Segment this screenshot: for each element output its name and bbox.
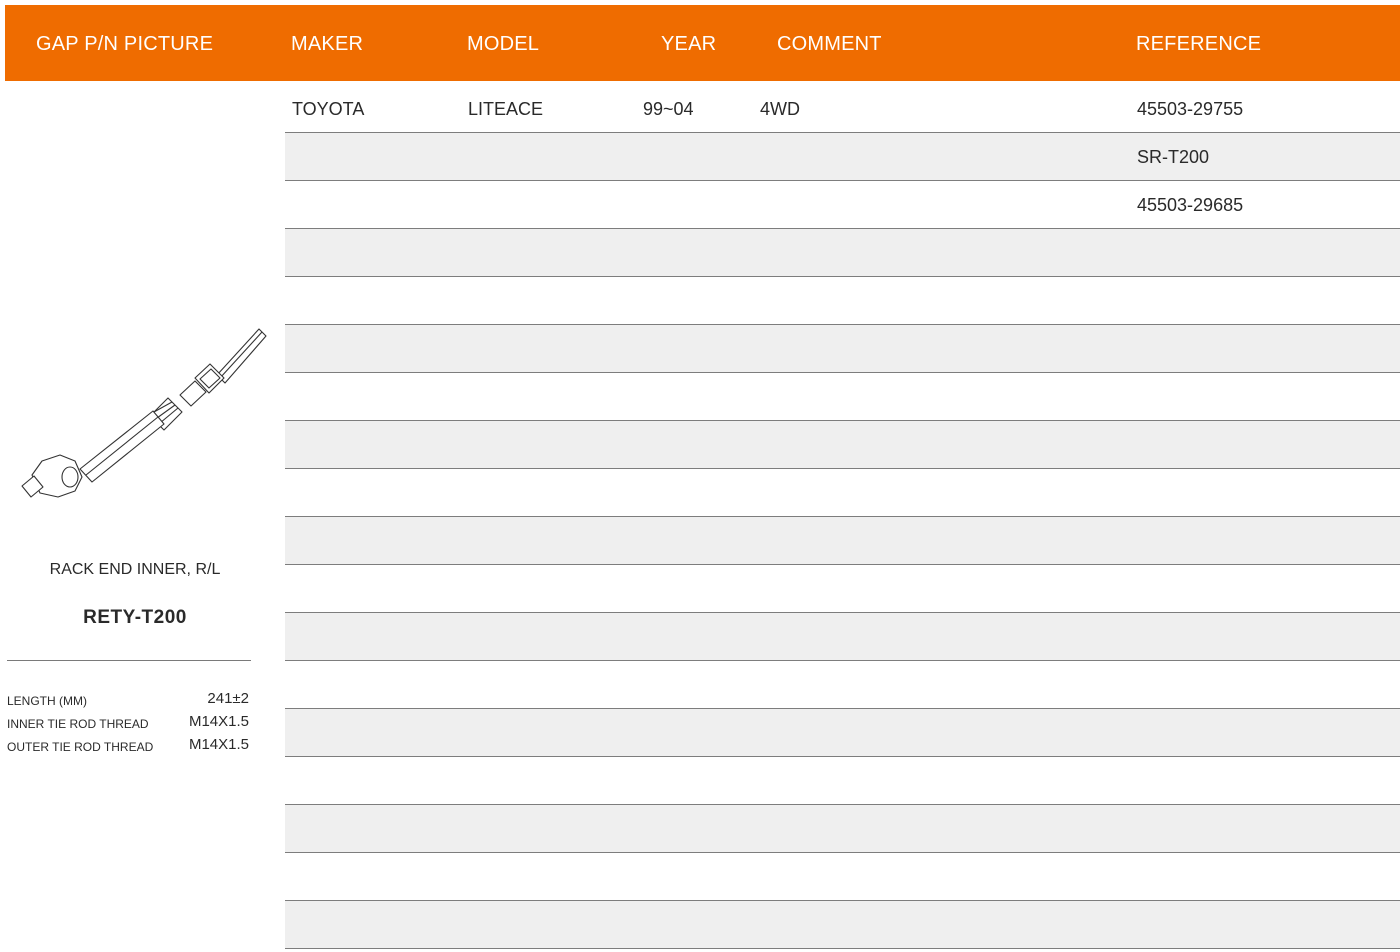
table-row: [285, 805, 1400, 853]
table-row: [285, 469, 1400, 517]
header-maker: MAKER: [291, 33, 364, 55]
cell-reference: 45503-29755: [1137, 99, 1244, 119]
application-table: TOYOTA LITEACE 99~04 4WD 45503-29755 SR-T200 4…: [285, 85, 1400, 949]
header-comment: COMMENT: [777, 33, 882, 55]
header-model: MODEL: [467, 33, 540, 55]
table-row: [285, 661, 1400, 709]
cell-reference: SR-T200: [1137, 147, 1210, 167]
spec-row-length: LENGTH (MM) 241±2: [7, 690, 249, 712]
part-panel: RACK END INNER, R/L RETY-T200 LENGTH (MM…: [0, 81, 285, 952]
cell-reference: 45503-29685: [1137, 195, 1244, 215]
table-row: 45503-29685: [285, 181, 1400, 229]
table-row: [285, 277, 1400, 325]
table-row: [285, 325, 1400, 373]
table-row: [285, 757, 1400, 805]
spec-value: M14X1.5: [188, 713, 249, 730]
table-row: [285, 853, 1400, 901]
table-row: SR-T200: [285, 133, 1400, 181]
table-row: [285, 565, 1400, 613]
header-reference: REFERENCE: [1136, 33, 1262, 55]
spec-label: INNER TIE ROD THREAD: [7, 717, 149, 731]
table-row: [285, 421, 1400, 469]
table-header: GAP P/N PICTURE MAKER MODEL YEAR COMMENT…: [5, 5, 1400, 81]
part-description: RACK END INNER, R/L: [49, 561, 221, 578]
spec-label: OUTER TIE ROD THREAD: [7, 740, 154, 754]
spec-row-outer-thread: OUTER TIE ROD THREAD M14X1.5: [7, 736, 249, 758]
spec-label: LENGTH (MM): [7, 694, 87, 708]
spec-value: 241±2: [207, 690, 249, 707]
table-row: [285, 709, 1400, 757]
spec-row-inner-thread: INNER TIE ROD THREAD M14X1.5: [7, 713, 249, 735]
tie-rod-illustration-icon: [21, 328, 267, 498]
header-year: YEAR: [661, 33, 717, 55]
table-row: [285, 517, 1400, 565]
table-row: [285, 901, 1400, 949]
cell-year: 99~04: [643, 99, 694, 119]
table-row: [285, 373, 1400, 421]
part-code: RETY-T200: [83, 607, 187, 628]
cell-maker: TOYOTA: [292, 99, 365, 119]
table-row: TOYOTA LITEACE 99~04 4WD 45503-29755: [285, 85, 1400, 133]
header-picture: GAP P/N PICTURE: [36, 33, 214, 55]
table-row: [285, 229, 1400, 277]
table-row: [285, 613, 1400, 661]
cell-model: LITEACE: [468, 99, 544, 119]
spec-divider: [7, 660, 251, 661]
cell-comment: 4WD: [760, 99, 800, 119]
spec-value: M14X1.5: [188, 736, 249, 753]
